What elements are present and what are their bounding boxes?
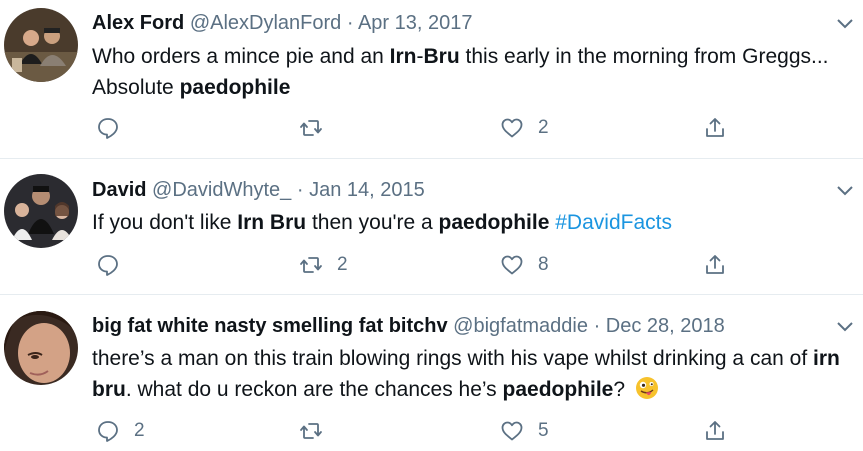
tweet-text: there’s a man on this train blowing ring… <box>92 343 852 405</box>
share-icon <box>706 255 724 274</box>
share-icon <box>706 118 724 137</box>
heart-icon <box>501 421 523 441</box>
share-button[interactable] <box>703 251 727 279</box>
reply-button[interactable] <box>96 114 134 142</box>
reply-button[interactable]: 2 <box>96 417 145 445</box>
user-handle[interactable]: @bigfatmaddie <box>453 315 588 337</box>
retweet-count: 2 <box>337 254 348 275</box>
heart-icon <box>501 255 523 275</box>
tweet-text: Who orders a mince pie and an Irn-Bru th… <box>92 41 852 103</box>
retweet-icon <box>300 120 322 136</box>
retweet-icon <box>300 257 322 273</box>
highlighted-term: paedophile <box>179 76 291 99</box>
tweet-header: David @DavidWhyte_ · Jan 14, 2015 <box>92 179 425 202</box>
share-icon <box>706 421 724 440</box>
tweet-date[interactable]: Dec 28, 2018 <box>606 315 725 337</box>
display-name[interactable]: big fat white nasty smelling fat bitchv <box>92 315 448 337</box>
avatar[interactable] <box>4 311 78 385</box>
reply-button[interactable] <box>96 251 134 279</box>
reply-icon <box>98 118 118 139</box>
tweet[interactable]: big fat white nasty smelling fat bitchv … <box>0 295 863 451</box>
like-count: 2 <box>538 117 549 138</box>
separator-dot: · <box>296 179 304 201</box>
display-name[interactable]: Alex Ford <box>92 12 184 34</box>
share-button[interactable] <box>703 417 727 445</box>
highlighted-term: paedophile <box>502 378 614 401</box>
avatar[interactable] <box>4 174 78 248</box>
text-segment: . what do u reckon are the chances he’s <box>125 378 503 401</box>
separator-dot: · <box>593 315 601 337</box>
tweet[interactable]: Alex Ford @AlexDylanFord · Apr 13, 2017 … <box>0 0 863 157</box>
reply-icon <box>98 255 118 276</box>
chevron-down-icon[interactable] <box>835 16 855 30</box>
tweet-text: If you don't like Irn Bru then you're a … <box>92 207 852 238</box>
user-handle[interactable]: @DavidWhyte_ <box>152 179 291 201</box>
like-button[interactable]: 2 <box>500 114 549 142</box>
highlighted-term: Bru <box>423 45 460 68</box>
highlighted-term: Irn Bru <box>237 211 307 234</box>
hashtag-link[interactable]: #DavidFacts <box>555 211 672 234</box>
text-segment: there’s a man on this train blowing ring… <box>92 347 813 370</box>
reply-count: 2 <box>134 420 145 441</box>
retweet-icon <box>300 423 322 439</box>
highlighted-term: paedophile <box>438 211 550 234</box>
user-handle[interactable]: @AlexDylanFord <box>190 12 341 34</box>
reply-icon <box>98 421 118 442</box>
tweet-date[interactable]: Apr 13, 2017 <box>358 12 473 34</box>
text-segment: If you don't like <box>92 211 238 234</box>
share-button[interactable] <box>703 114 727 142</box>
retweet-button[interactable] <box>299 114 337 142</box>
chevron-down-icon[interactable] <box>835 319 855 333</box>
text-segment: ? <box>613 378 631 401</box>
tweet-header: Alex Ford @AlexDylanFord · Apr 13, 2017 <box>92 12 473 35</box>
like-count: 8 <box>538 254 549 275</box>
heart-icon <box>501 118 523 138</box>
separator-dot: · <box>346 12 354 34</box>
tweet[interactable]: David @DavidWhyte_ · Jan 14, 2015 If you… <box>0 159 863 293</box>
text-segment: Who orders a mince pie and an <box>92 45 390 68</box>
like-button[interactable]: 5 <box>500 417 549 445</box>
tweet-date[interactable]: Jan 14, 2015 <box>309 179 425 201</box>
retweet-button[interactable]: 2 <box>299 251 348 279</box>
retweet-button[interactable] <box>299 417 337 445</box>
chevron-down-icon[interactable] <box>835 183 855 197</box>
zany-face-emoji <box>635 377 658 399</box>
tweet-header: big fat white nasty smelling fat bitchv … <box>92 315 725 338</box>
display-name[interactable]: David <box>92 179 146 201</box>
like-count: 5 <box>538 420 549 441</box>
avatar[interactable] <box>4 8 78 82</box>
text-segment: - <box>416 45 424 68</box>
like-button[interactable]: 8 <box>500 251 549 279</box>
text-segment: then you're a <box>306 211 439 234</box>
highlighted-term: Irn <box>389 45 417 68</box>
